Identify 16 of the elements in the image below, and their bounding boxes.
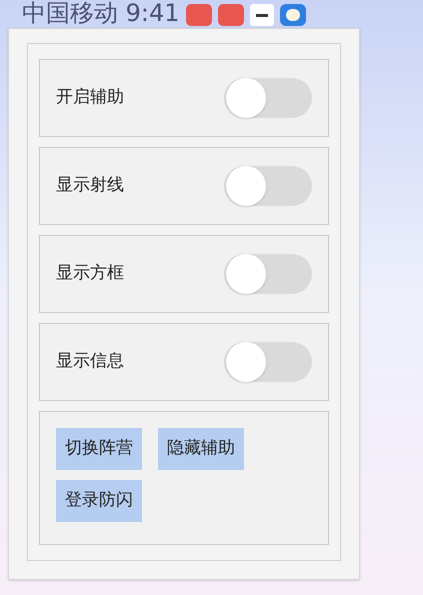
toggle-switch[interactable] [224,166,312,206]
toggle-switch[interactable] [224,342,312,382]
toggle-switch[interactable] [224,254,312,294]
notification-icon [218,4,244,26]
toggle-switch[interactable] [224,78,312,118]
action-button[interactable]: 登录防闪 [56,480,142,522]
app-icon [280,4,306,26]
toggle-label: 开启辅助 [56,86,124,110]
notification-icon [250,4,274,26]
toggle-label: 显示射线 [56,174,124,198]
status-text: 中国移动 9:41 [22,0,180,28]
action-button[interactable]: 隐藏辅助 [158,428,244,470]
action-button[interactable]: 切换阵营 [56,428,142,470]
toggle-label: 显示方框 [56,262,124,286]
toggle-label: 显示信息 [56,350,124,374]
notification-icon [186,4,212,26]
